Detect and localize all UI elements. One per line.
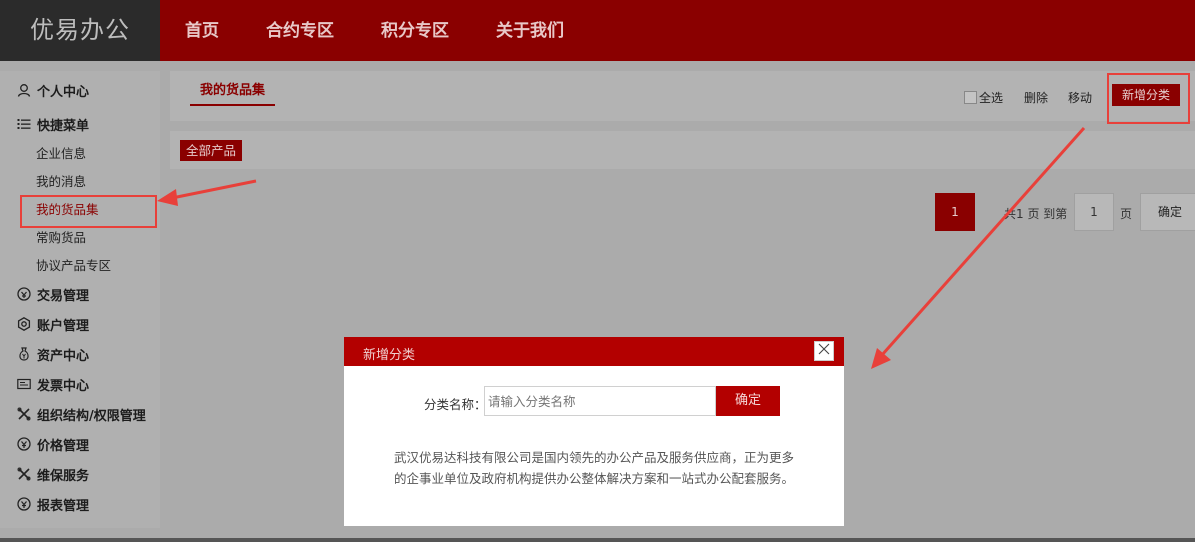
annotation-highlight-sidebar <box>20 195 157 228</box>
nav-home[interactable]: 首页 <box>185 0 219 61</box>
sidebar-group-assets[interactable]: 资产中心 <box>16 344 89 364</box>
sidebar-group-label: 维保服务 <box>37 468 90 484</box>
modal-title: 新增分类 <box>363 348 416 363</box>
pagination-current-page[interactable]: 1 <box>935 193 975 231</box>
modal-confirm-button[interactable]: 确定 <box>716 386 780 416</box>
sidebar-group-label: 资产中心 <box>37 348 90 364</box>
sidebar-item-my-messages[interactable]: 我的消息 <box>36 173 86 191</box>
close-button[interactable] <box>814 341 834 361</box>
move-button[interactable]: 移动 <box>1068 89 1092 106</box>
content-toolbar: 我的货品集 全选 删除 移动 新增分类 <box>170 71 1195 121</box>
category-tag-all[interactable]: 全部产品 <box>180 140 243 161</box>
sidebar-group-label: 账户管理 <box>37 318 90 334</box>
sidebar-group-trade[interactable]: 交易管理 <box>16 284 89 304</box>
add-category-modal: 新增分类 分类名称： 确定 武汉优易达科技有限公司是国内领先的办公产品及服务供应… <box>344 337 844 526</box>
sidebar-group-label: 报表管理 <box>37 498 90 514</box>
price-icon <box>16 436 32 452</box>
modal-header: 新增分类 <box>344 337 844 366</box>
main-nav: 首页 合约专区 积分专区 关于我们 <box>185 0 611 61</box>
annotation-highlight-add-button <box>1107 73 1190 124</box>
sidebar-group-personal[interactable]: 个人中心 <box>16 80 89 100</box>
top-header: 优易办公 首页 合约专区 积分专区 关于我们 <box>0 0 1195 61</box>
gear-icon <box>16 316 32 332</box>
company-description: 武汉优易达科技有限公司是国内领先的办公产品及服务供应商，正为更多的企事业单位及政… <box>394 450 795 486</box>
tools-icon <box>16 406 32 422</box>
select-all-label[interactable]: 全选 <box>979 89 1003 106</box>
nav-contract-zone[interactable]: 合约专区 <box>266 0 334 61</box>
nav-about-us[interactable]: 关于我们 <box>496 0 564 61</box>
annotation-arrowhead-modal <box>871 348 891 369</box>
trade-icon <box>16 286 32 302</box>
sidebar-item-company-info[interactable]: 企业信息 <box>36 145 86 163</box>
annotation-arrowhead-sidebar <box>157 189 178 206</box>
pagination-confirm-button[interactable]: 确定 <box>1140 193 1195 231</box>
report-icon <box>16 496 32 512</box>
tab-my-product-sets[interactable]: 我的货品集 <box>190 77 276 106</box>
sidebar-group-invoice[interactable]: 发票中心 <box>16 374 89 394</box>
sidebar-group-maintenance[interactable]: 维保服务 <box>16 464 89 484</box>
pagination-page-input[interactable]: 1 <box>1074 193 1114 231</box>
money-bag-icon <box>16 346 32 362</box>
wrench-icon <box>16 466 32 482</box>
sidebar-group-price[interactable]: 价格管理 <box>16 434 89 454</box>
pagination-page-suffix: 页 <box>1120 207 1133 221</box>
list-icon <box>16 116 32 132</box>
invoice-icon <box>16 376 32 392</box>
annotation-arrow-sidebar <box>171 179 257 200</box>
sidebar-group-label: 组织结构/权限管理 <box>37 408 146 424</box>
delete-button[interactable]: 删除 <box>1024 89 1048 106</box>
sidebar-group-label: 发票中心 <box>37 378 90 394</box>
bottom-border <box>0 538 1195 542</box>
sidebar-group-label: 快捷菜单 <box>37 118 90 134</box>
select-all-checkbox[interactable] <box>964 91 977 104</box>
sidebar-group-label: 个人中心 <box>37 84 90 100</box>
sidebar-group-label: 交易管理 <box>37 288 90 304</box>
sidebar-group-account[interactable]: 账户管理 <box>16 314 89 334</box>
sidebar-item-agreement-products[interactable]: 协议产品专区 <box>36 257 111 275</box>
logo[interactable]: 优易办公 <box>0 0 160 61</box>
category-name-label: 分类名称： <box>424 397 487 412</box>
sidebar-group-shortcuts[interactable]: 快捷菜单 <box>16 114 89 134</box>
sidebar-group-org-permissions[interactable]: 组织结构/权限管理 <box>16 404 146 424</box>
close-icon <box>818 343 830 359</box>
category-name-input[interactable] <box>484 386 716 416</box>
user-icon <box>16 82 32 98</box>
nav-points-zone[interactable]: 积分专区 <box>381 0 449 61</box>
pagination-total-text: 共1 页 到第 <box>1004 207 1068 221</box>
category-bar: 全部产品 <box>170 131 1195 169</box>
sidebar-item-frequent-products[interactable]: 常购货品 <box>36 229 86 247</box>
sidebar-group-label: 价格管理 <box>37 438 90 454</box>
sidebar-group-reports[interactable]: 报表管理 <box>16 494 89 514</box>
